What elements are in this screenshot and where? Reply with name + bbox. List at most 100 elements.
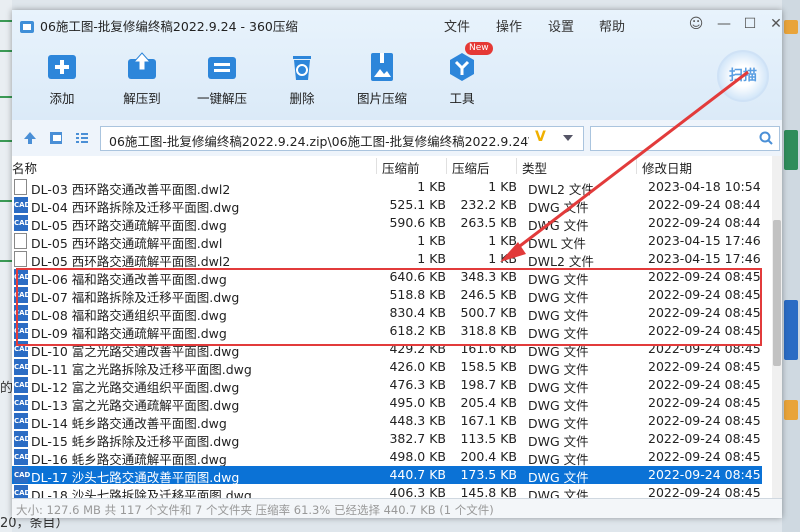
col-name[interactable]: 名称: [12, 158, 37, 177]
cad-file-icon: CAD: [14, 449, 30, 465]
path-text: 06施工图-批复修编终稿2022.9.24.zip\06施工图-批复修编终稿20…: [109, 134, 529, 149]
col-size-after[interactable]: 压缩后: [452, 158, 490, 177]
file-row[interactable]: CAD DL-17 沙头七路交通改善平面图.dwg 440.7 KB 173.5 KB…: [12, 466, 762, 485]
file-row[interactable]: DL-03 西环路交通改善平面图.dwl2 1 KB 1 KB DWL2 文件 2023…: [12, 178, 762, 197]
file-row[interactable]: CAD DL-15 蚝乡路拆除及迁移平面图.dwg 382.7 KB 113.5 KB…: [12, 430, 762, 449]
image-compress-button[interactable]: 图片压缩: [352, 50, 412, 107]
add-icon: [45, 50, 79, 84]
size-before: 525.1 KB: [389, 197, 446, 212]
document-file-icon: [14, 233, 27, 249]
size-after: 113.5 KB: [460, 431, 517, 446]
window-title: 06施工图-批复修编终稿2022.9.24 - 360压缩: [20, 16, 298, 35]
modified-date: 2023-04-15 17:46: [648, 233, 761, 248]
col-type[interactable]: 类型: [522, 158, 547, 177]
file-row[interactable]: DL-05 西环路交通疏解平面图.dwl 1 KB 1 KB DWL 文件 2023-0…: [12, 232, 762, 251]
size-after: 205.4 KB: [460, 395, 517, 410]
size-after: 158.5 KB: [460, 359, 517, 374]
cad-file-icon: CAD: [14, 395, 30, 411]
background-left-strip: [0, 0, 12, 532]
cad-file-icon: CAD: [14, 215, 30, 231]
size-before: 1 KB: [417, 179, 446, 194]
path-field[interactable]: 06施工图-批复修编终稿2022.9.24.zip\06施工图-批复修编终稿20…: [100, 126, 584, 151]
status-text: 大小: 127.6 MB 共 117 个文件和 7 个文件夹 压缩率 61.3%…: [16, 503, 494, 517]
search-icon[interactable]: [759, 131, 773, 145]
vertical-scrollbar[interactable]: [772, 156, 782, 498]
up-arrow-icon[interactable]: [24, 132, 36, 144]
file-row[interactable]: CAD DL-11 富之光路拆除及迁移平面图.dwg 426.0 KB 158.5 K…: [12, 358, 762, 377]
modified-date: 2022-09-24 08:45: [648, 395, 761, 410]
file-row[interactable]: DL-05 西环路交通疏解平面图.dwl2 1 KB 1 KB DWL2 文件 2023…: [12, 250, 762, 269]
maximize-button[interactable]: ☐: [738, 14, 762, 34]
file-row[interactable]: CAD DL-14 蚝乡路交通改善平面图.dwg 448.3 KB 167.1 KB D…: [12, 412, 762, 431]
modified-date: 2022-09-24 08:45: [648, 467, 761, 482]
size-before: 476.3 KB: [389, 377, 446, 392]
minimize-button[interactable]: —: [712, 14, 736, 34]
document-file-icon: [14, 179, 27, 195]
modified-date: 2022-09-24 08:45: [648, 431, 761, 446]
new-badge: New: [465, 42, 493, 55]
address-bar: 06施工图-批复修编终稿2022.9.24.zip\06施工图-批复修编终稿20…: [12, 120, 782, 157]
size-after: 263.5 KB: [460, 215, 517, 230]
size-after: 1 KB: [488, 251, 517, 266]
modified-date: 2023-04-18 10:54: [648, 179, 761, 194]
scan-button[interactable]: 扫描: [717, 50, 769, 102]
cad-file-icon: CAD: [14, 359, 30, 375]
highlight-box: [16, 268, 762, 346]
size-after: 232.2 KB: [460, 197, 517, 212]
cad-file-icon: CAD: [14, 377, 30, 393]
modified-date: 2022-09-24 08:44: [648, 215, 761, 230]
column-header: 名称 压缩前 压缩后 类型 修改日期: [12, 156, 772, 176]
modified-date: 2023-04-15 17:46: [648, 251, 761, 266]
image-compress-icon: [365, 50, 399, 84]
size-before: 426.0 KB: [389, 359, 446, 374]
close-button[interactable]: ✕: [764, 14, 782, 34]
menu-help[interactable]: 帮助: [599, 16, 625, 35]
cad-file-icon: CAD: [14, 467, 30, 483]
size-after: 167.1 KB: [460, 413, 517, 428]
one-click-extract-icon: [205, 50, 239, 84]
size-after: 198.7 KB: [460, 377, 517, 392]
add-button[interactable]: 添加: [32, 50, 92, 107]
size-after: 1 KB: [488, 233, 517, 248]
status-bar: 大小: 127.6 MB 共 117 个文件和 7 个文件夹 压缩率 61.3%…: [12, 498, 782, 518]
chevron-down-icon[interactable]: [563, 135, 573, 141]
delete-button[interactable]: 删除: [272, 50, 332, 107]
menu-settings[interactable]: 设置: [548, 16, 574, 35]
size-before: 498.0 KB: [389, 449, 446, 464]
modified-date: 2022-09-24 08:45: [648, 449, 761, 464]
size-before: 1 KB: [417, 251, 446, 266]
archive-app-icon: [20, 21, 34, 33]
file-row[interactable]: CAD DL-05 西环路交通疏解平面图.dwg 590.6 KB 263.5 KB D…: [12, 214, 762, 233]
size-before: 440.7 KB: [389, 467, 446, 482]
size-before: 1 KB: [417, 233, 446, 248]
size-before: 590.6 KB: [389, 215, 446, 230]
one-click-extract-button[interactable]: 一键解压: [192, 50, 252, 107]
cad-file-icon: CAD: [14, 413, 30, 429]
tools-button[interactable]: New 工具: [432, 42, 493, 107]
thumbnail-view-icon[interactable]: [50, 132, 62, 144]
file-row[interactable]: CAD DL-04 西环路拆除及迁移平面图.dwg 525.1 KB 232.2 KB…: [12, 196, 762, 215]
size-before: 448.3 KB: [389, 413, 446, 428]
col-size-before[interactable]: 压缩前: [382, 158, 420, 177]
file-row[interactable]: CAD DL-12 富之光路交通组织平面图.dwg 476.3 KB 198.7 KB…: [12, 376, 762, 395]
size-after: 173.5 KB: [460, 467, 517, 482]
menu-operation[interactable]: 操作: [496, 16, 522, 35]
modified-date: 2022-09-24 08:45: [648, 413, 761, 428]
cad-file-icon: CAD: [14, 197, 30, 213]
tools-icon: New: [445, 42, 493, 84]
background-right-strip: [782, 0, 800, 532]
col-modified[interactable]: 修改日期: [642, 158, 692, 177]
scrollbar-thumb[interactable]: [773, 220, 781, 366]
recycle-bin-icon: [285, 50, 319, 84]
archive-window: 06施工图-批复修编终稿2022.9.24 - 360压缩 文件 操作 设置 帮…: [12, 10, 782, 518]
search-input[interactable]: [590, 126, 780, 151]
size-before: 382.7 KB: [389, 431, 446, 446]
extract-to-button[interactable]: 解压到: [112, 50, 172, 107]
file-row[interactable]: CAD DL-13 富之光路交通疏解平面图.dwg 495.0 KB 205.4 KB…: [12, 394, 762, 413]
cad-file-icon: CAD: [14, 431, 30, 447]
list-view-icon[interactable]: [76, 132, 88, 144]
modified-date: 2022-09-24 08:44: [648, 197, 761, 212]
skin-icon[interactable]: ☺: [684, 14, 708, 34]
menu-file[interactable]: 文件: [444, 16, 470, 35]
file-row[interactable]: CAD DL-16 蚝乡路交通疏解平面图.dwg 498.0 KB 200.4 KB D…: [12, 448, 762, 467]
